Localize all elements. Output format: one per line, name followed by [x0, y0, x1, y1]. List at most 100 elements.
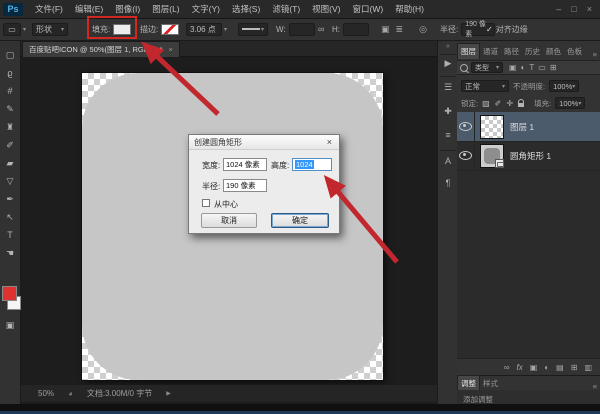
- tab-channels[interactable]: 通道: [480, 44, 501, 59]
- delete-layer-icon[interactable]: ▥: [584, 363, 592, 372]
- layer-fill-field[interactable]: 100% ▾: [555, 97, 586, 109]
- clone-source-panel-icon[interactable]: ≡: [438, 130, 458, 140]
- brush-tool-icon[interactable]: ✐: [0, 138, 20, 152]
- from-center-checkbox[interactable]: [202, 199, 210, 207]
- stroke-width-field[interactable]: 3.06 点: [186, 22, 222, 36]
- lock-all-icon[interactable]: [518, 99, 525, 107]
- hand-tool-icon[interactable]: ☚: [0, 246, 20, 260]
- new-layer-icon[interactable]: ⊞: [571, 363, 578, 372]
- dialog-title-bar[interactable]: 创建圆角矩形 ×: [189, 135, 339, 150]
- stroke-style-dropdown[interactable]: ▾: [238, 22, 268, 36]
- quick-mask-icon[interactable]: ▣: [0, 318, 20, 332]
- tab-paths[interactable]: 路径: [501, 44, 522, 59]
- marquee-tool-icon[interactable]: ▢: [0, 48, 20, 62]
- link-dimensions-icon[interactable]: ∞: [318, 24, 324, 34]
- menu-window[interactable]: 窗口(W): [347, 0, 390, 18]
- dialog-close-icon[interactable]: ×: [325, 137, 334, 147]
- menu-edit[interactable]: 编辑(E): [69, 0, 109, 18]
- path-select-tool-icon[interactable]: ↖: [0, 210, 20, 224]
- stroke-swatch[interactable]: [161, 23, 180, 35]
- filter-type-dropdown[interactable]: 类型 ▾: [471, 62, 503, 73]
- roundrect-thumbnail[interactable]: [480, 143, 504, 168]
- path-alignment-icon[interactable]: ≣: [396, 24, 404, 35]
- menu-image[interactable]: 图像(I): [109, 0, 146, 18]
- type-tool-icon[interactable]: T: [0, 228, 20, 242]
- maximize-button[interactable]: □: [571, 4, 576, 14]
- shape-height-field[interactable]: [343, 22, 369, 36]
- filter-adjustment-icon[interactable]: ◐: [521, 63, 526, 72]
- link-layers-icon[interactable]: ∞: [504, 363, 510, 372]
- filter-type-icon[interactable]: T: [529, 63, 534, 72]
- document-tab[interactable]: 百度贴吧ICON @ 50%(图层 1, RGB/8) * ×: [22, 41, 180, 57]
- status-arrow-icon[interactable]: ▶: [166, 390, 171, 397]
- menu-type[interactable]: 文字(Y): [186, 0, 226, 18]
- stroke-width-dropdown-icon[interactable]: ▾: [224, 26, 227, 33]
- visibility-toggle[interactable]: [457, 112, 475, 141]
- close-button[interactable]: ×: [587, 4, 592, 14]
- menu-help[interactable]: 帮助(H): [389, 0, 430, 18]
- menu-select[interactable]: 选择(S): [226, 0, 266, 18]
- add-mask-icon[interactable]: ▣: [530, 363, 538, 372]
- paragraph-panel-icon[interactable]: ¶: [438, 178, 458, 188]
- dialog-height-field[interactable]: 1024: [292, 158, 332, 171]
- filter-smartobj-icon[interactable]: ⊞: [550, 63, 557, 72]
- character-panel-icon[interactable]: A: [438, 156, 458, 166]
- visibility-toggle[interactable]: [457, 141, 475, 170]
- panel-menu-icon[interactable]: ≡: [593, 50, 600, 59]
- layer-name[interactable]: 圆角矩形 1: [510, 150, 551, 162]
- eyedropper-tool-icon[interactable]: ✎: [0, 102, 20, 116]
- opacity-field[interactable]: 100% ▾: [549, 80, 580, 92]
- layer1-thumbnail[interactable]: [480, 114, 504, 139]
- document-info[interactable]: 文档:3.00M/0 字节: [87, 388, 152, 399]
- dialog-radius-field[interactable]: 190 像素: [223, 179, 267, 192]
- actions-panel-icon[interactable]: ▶: [438, 58, 458, 69]
- menu-view[interactable]: 视图(V): [306, 0, 346, 18]
- minimize-button[interactable]: –: [556, 4, 561, 14]
- layer-effects-icon[interactable]: fx: [517, 363, 523, 372]
- lock-pixels-icon[interactable]: ✐: [495, 99, 502, 108]
- new-group-icon[interactable]: ▤: [556, 363, 564, 372]
- lasso-tool-icon[interactable]: ϱ: [0, 66, 20, 80]
- path-operations-icon[interactable]: ▣: [381, 24, 390, 35]
- menu-filter[interactable]: 滤镜(T): [266, 0, 306, 18]
- ok-button[interactable]: 确定: [271, 213, 329, 228]
- dialog-width-field[interactable]: 1024 像素: [223, 158, 267, 171]
- foreground-color-swatch[interactable]: [2, 286, 17, 301]
- tab-styles[interactable]: 样式: [480, 376, 501, 391]
- align-edges-checkbox[interactable]: ✓: [486, 25, 493, 34]
- tool-mode-dropdown[interactable]: 形状 ▾: [32, 22, 68, 36]
- gear-icon[interactable]: ◎: [419, 24, 427, 35]
- filter-shape-icon[interactable]: ▭: [538, 63, 546, 72]
- pen-tool-icon[interactable]: ✒: [0, 192, 20, 206]
- filter-pixel-icon[interactable]: ▣: [509, 63, 517, 72]
- properties-panel-icon[interactable]: ☰: [438, 82, 458, 93]
- tab-adjustments[interactable]: 调整: [457, 375, 480, 391]
- layer-name[interactable]: 图层 1: [510, 121, 534, 133]
- fill-swatch[interactable]: [113, 23, 132, 35]
- tab-swatches[interactable]: 色板: [564, 44, 585, 59]
- tab-color[interactable]: 颜色: [543, 44, 564, 59]
- zoom-level[interactable]: 50%: [38, 389, 54, 398]
- new-adjustment-icon[interactable]: ◐: [544, 363, 549, 372]
- tool-preset-icon[interactable]: ▭: [3, 22, 21, 36]
- menu-file[interactable]: 文件(F): [29, 0, 69, 18]
- lock-position-icon[interactable]: ✛: [506, 99, 513, 108]
- tab-layers[interactable]: 图层: [457, 43, 480, 59]
- stamp-tool-icon[interactable]: ♜: [0, 120, 20, 134]
- layer-fill-label: 填充:: [534, 98, 552, 108]
- collapse-panels-icon[interactable]: «: [438, 43, 458, 50]
- shape-width-field[interactable]: [288, 22, 315, 36]
- crop-tool-icon[interactable]: #: [0, 84, 20, 98]
- layer-row-layer1[interactable]: 图层 1: [457, 112, 600, 142]
- tool-preset-dropdown-icon[interactable]: ▾: [23, 26, 26, 33]
- tab-history[interactable]: 历史: [522, 44, 543, 59]
- blend-mode-dropdown[interactable]: 正常 ▾: [461, 80, 509, 92]
- cancel-button[interactable]: 取消: [201, 213, 257, 228]
- tab-close-icon[interactable]: ×: [168, 45, 172, 54]
- brush-presets-panel-icon[interactable]: ✚: [438, 106, 458, 117]
- lock-transparency-icon[interactable]: ▨: [482, 99, 490, 108]
- layer-row-roundrect[interactable]: 圆角矩形 1: [457, 141, 600, 171]
- blur-tool-icon[interactable]: ▽: [0, 174, 20, 188]
- menu-layer[interactable]: 图层(L): [146, 0, 185, 18]
- eraser-tool-icon[interactable]: ▰: [0, 156, 20, 170]
